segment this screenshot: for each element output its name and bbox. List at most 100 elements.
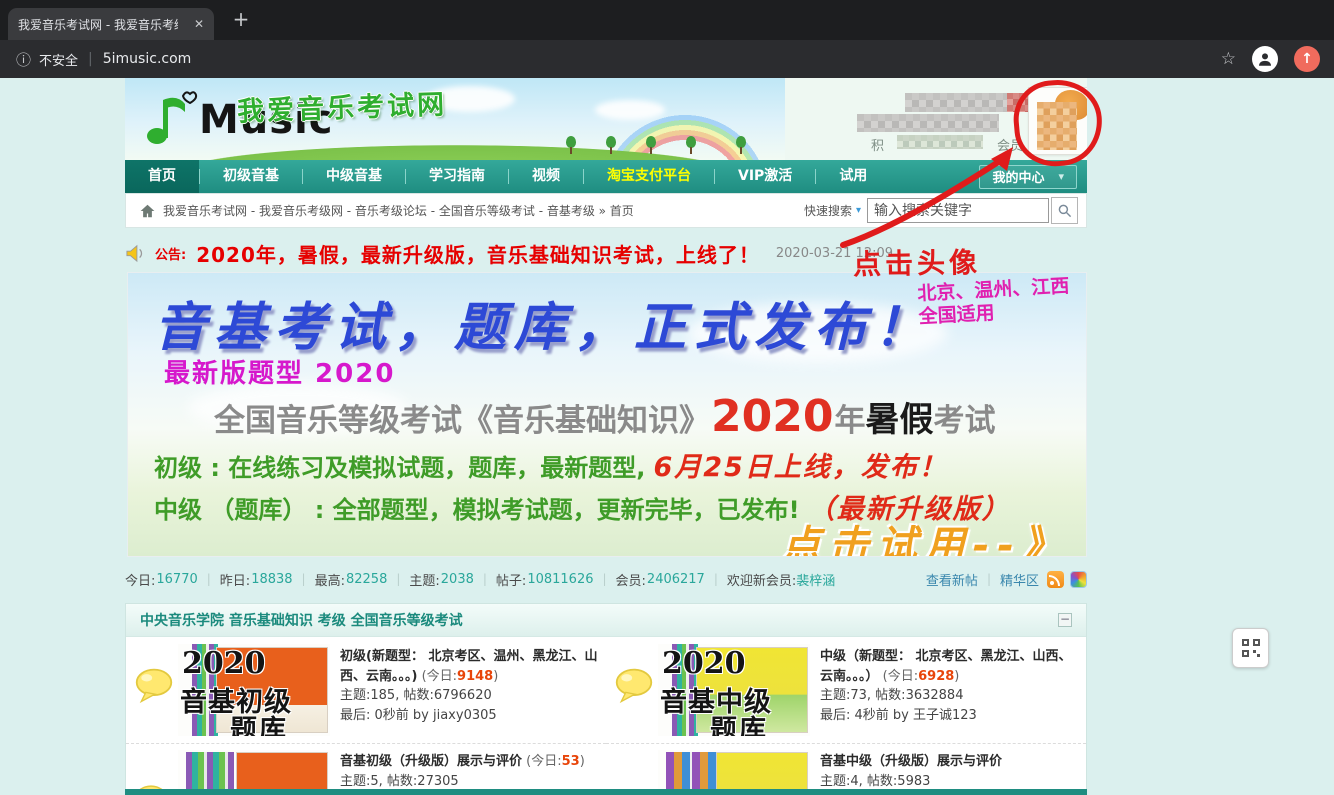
forum-cover-image[interactable]: 2020 音基中级 题库 <box>658 644 810 736</box>
promo-banner[interactable]: 音基考试，题库，正式发布！ 北京、温州、江西 全国适用 最新版题型 2020 全… <box>127 272 1087 557</box>
bookmark-star-icon[interactable]: ☆ <box>1221 49 1236 69</box>
rss-icon[interactable] <box>1047 571 1064 588</box>
today-prefix: (今日: <box>422 669 457 684</box>
banner-subtitle: 全国音乐等级考试《音乐基础知识》 2020 年 暑假 考试 <box>214 391 995 442</box>
stat-value: 10811626 <box>527 572 593 587</box>
breadcrumb[interactable]: 我爱音乐考试网 - 我爱音乐考级网 - 音乐考级论坛 - 全国音乐等级考试 - … <box>163 202 634 219</box>
nav-item-vip[interactable]: VIP激活 <box>715 160 815 193</box>
digest-link[interactable]: 精华区 <box>1000 570 1039 589</box>
banner-edition: 最新版题型 2020 <box>164 353 395 390</box>
new-tab-button[interactable]: + <box>228 7 254 33</box>
forum-meta: 主题:185, 帖数:6796620 <box>340 686 602 706</box>
nav-item-taobao-pay[interactable]: 淘宝支付平台 <box>584 160 714 193</box>
forum-lastpost[interactable]: 最后: 4秒前 by 王子诚123 <box>820 706 1082 726</box>
toolbar-separator: | <box>88 51 93 67</box>
tree-icon <box>645 136 657 154</box>
stat-label: 最高: <box>315 570 345 589</box>
blurred-user-info <box>857 114 999 132</box>
tree-icon <box>685 136 697 154</box>
archiver-icon[interactable] <box>1070 571 1087 588</box>
cover-text: 题库 <box>710 708 768 736</box>
security-label[interactable]: 不安全 <box>39 50 78 69</box>
stat-value: 2406217 <box>647 572 705 587</box>
stat-separator: | <box>302 572 306 586</box>
megaphone-icon <box>125 243 147 263</box>
nav-item-guide[interactable]: 学习指南 <box>406 160 508 193</box>
cover-text: 题库 <box>230 708 288 736</box>
qr-code-icon <box>1241 638 1261 658</box>
annotation-arrow <box>835 145 1030 255</box>
annotation-label: 点击头像 <box>853 241 982 283</box>
forum-row: 2020 音基中级 题库 中级（新题型： 北京考区、黑龙江、山西、云南。。。） … <box>606 637 1086 743</box>
stat-value: 16770 <box>156 572 197 587</box>
browser-toolbar: ⓘ 不安全 | 5imusic.com ☆ ↑ <box>0 40 1334 78</box>
stat-value: 82258 <box>346 572 387 587</box>
today-suffix: ) <box>580 754 585 769</box>
banner-headline: 音基考试，题库，正式发布！ <box>154 285 934 360</box>
stat-label: 会员: <box>616 570 646 589</box>
search-icon <box>1057 203 1073 219</box>
view-new-posts-link[interactable]: 查看新帖 <box>926 570 978 589</box>
nav-item-middle[interactable]: 中级音基 <box>303 160 405 193</box>
forum-stats-bar: 今日:16770 | 昨日:18838 | 最高:82258 | 主题:2038… <box>125 565 1087 593</box>
stat-label: 主题: <box>409 570 439 589</box>
nav-item-junior[interactable]: 初级音基 <box>200 160 302 193</box>
announcement-link[interactable]: 2020年，暑假，最新升级版，音乐基础知识考试，上线了！ <box>196 239 760 268</box>
stat-separator: | <box>602 572 606 586</box>
cover-text: 2020 <box>182 646 266 681</box>
banner-subtitle-pre: 全国音乐等级考试《音乐基础知识》 <box>214 395 710 440</box>
forum-row: 2020 音基初级 题库 初级(新题型： 北京考区、温州、黑龙江、山西、云南。。… <box>126 637 606 743</box>
banner-middle-text: 中级 （题库） : 全部题型，模拟考试题，更新完毕，已发布! <box>154 490 800 525</box>
music-note-icon <box>143 86 199 148</box>
forum-category-header: 中央音乐学院 音乐基础知识 考级 全国音乐等级考试 − <box>126 604 1086 637</box>
collapse-button[interactable]: − <box>1058 613 1072 627</box>
home-icon[interactable] <box>140 204 155 218</box>
today-count: 6928 <box>918 669 954 684</box>
stat-separator: | <box>207 572 211 586</box>
site-name: 我爱音乐考试网 <box>236 82 447 128</box>
stat-label: 帖子: <box>496 570 526 589</box>
speech-bubble-icon <box>134 667 174 709</box>
search-button[interactable] <box>1051 197 1078 224</box>
forum-category: 中央音乐学院 音乐基础知识 考级 全国音乐等级考试 − 2020 音基初级 题库… <box>125 603 1087 795</box>
tab-title: 我爱音乐考试网 - 我爱音乐考级网 <box>18 16 178 33</box>
browser-profile-icon[interactable] <box>1252 46 1278 72</box>
info-icon[interactable]: ⓘ <box>16 49 31 70</box>
banner-region-note: 北京、温州、江西 全国适用 <box>917 275 1071 328</box>
address-url[interactable]: 5imusic.com <box>103 51 192 67</box>
browser-tab[interactable]: 我爱音乐考试网 - 我爱音乐考级网 ✕ <box>8 8 214 40</box>
forum-title-link[interactable]: 音基中级（升级版）展示与评价 <box>820 754 1002 769</box>
person-icon <box>1256 50 1274 68</box>
today-suffix: ) <box>954 669 959 684</box>
forum-category-title[interactable]: 中央音乐学院 音乐基础知识 考级 全国音乐等级考试 <box>140 610 463 630</box>
stat-value: 18838 <box>251 572 292 587</box>
nav-item-home[interactable]: 首页 <box>125 160 199 193</box>
speech-bubble-icon <box>614 667 654 709</box>
browser-update-button[interactable]: ↑ <box>1294 46 1320 72</box>
today-suffix: ) <box>493 669 498 684</box>
nav-item-video[interactable]: 视频 <box>509 160 583 193</box>
banner-subtitle-mid: 年 <box>834 395 865 440</box>
banner-cta-link[interactable]: 点击试用--》 <box>781 513 1070 557</box>
today-count: 9148 <box>457 669 493 684</box>
next-section-edge <box>125 789 1087 795</box>
forum-title-link[interactable]: 音基初级（升级版）展示与评价 <box>340 754 522 769</box>
stat-separator: | <box>483 572 487 586</box>
banner-subtitle-post: 考试 <box>933 395 995 440</box>
stat-separator: | <box>396 572 400 586</box>
forum-lastpost[interactable]: 最后: 0秒前 by jiaxy0305 <box>340 706 602 726</box>
tree-icon <box>605 136 617 154</box>
tree-icon <box>565 136 577 154</box>
banner-subtitle-bold: 暑假 <box>865 392 933 441</box>
stat-separator: | <box>714 572 718 586</box>
forum-row: 音基初级（升级版）展示与评价 (今日:53) 主题:5, 帖数:27305 <box>126 743 606 795</box>
browser-tab-bar: 我爱音乐考试网 - 我爱音乐考级网 ✕ + <box>0 0 1334 40</box>
qr-widget[interactable] <box>1232 628 1269 668</box>
today-count: 53 <box>562 754 580 769</box>
welcome-member-link[interactable]: 裴梓涵 <box>796 570 835 589</box>
stat-label: 昨日: <box>220 570 250 589</box>
chevron-down-icon: ▾ <box>1058 170 1064 183</box>
tab-close-icon[interactable]: ✕ <box>194 17 204 31</box>
stat-value: 2038 <box>441 572 474 587</box>
forum-cover-image[interactable]: 2020 音基初级 题库 <box>178 644 330 736</box>
